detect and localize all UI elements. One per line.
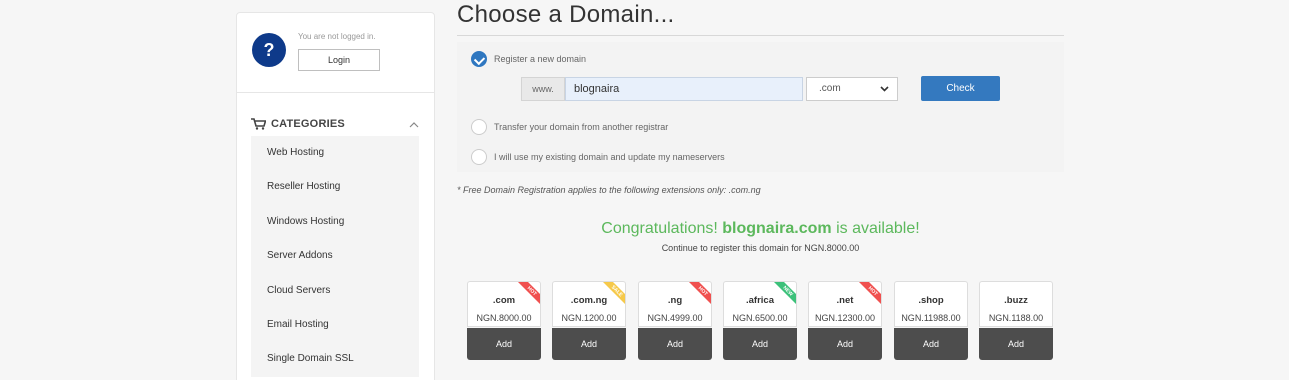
tld-price: NGN.12300.00	[814, 313, 876, 323]
corner-ribbon-icon: HOT	[518, 282, 540, 304]
login-button[interactable]: Login	[298, 49, 380, 71]
congrats-prefix: Congratulations!	[601, 220, 718, 237]
login-panel: ? You are not logged in. Login	[237, 13, 434, 93]
tld-card-info: .com NGN.8000.00 HOT	[467, 281, 541, 327]
add-tld-button[interactable]: Add	[979, 328, 1053, 360]
tld-card: .com NGN.8000.00 HOT Add	[467, 281, 541, 361]
free-domain-note: * Free Domain Registration applies to th…	[457, 185, 761, 195]
existing-label: I will use my existing domain and update…	[494, 152, 725, 162]
corner-ribbon-icon: HOT	[859, 282, 881, 304]
sidebar-item-single-domain-ssl[interactable]: Single Domain SSL	[251, 342, 419, 376]
corner-ribbon-icon: NEW	[774, 282, 796, 304]
tld-name: .buzz	[1004, 295, 1028, 306]
sidebar-item-web-hosting[interactable]: Web Hosting	[251, 136, 419, 170]
chevron-up-icon[interactable]	[409, 122, 419, 128]
tld-price: NGN.4999.00	[647, 313, 703, 323]
tld-card: .africa NGN.6500.00 NEW Add	[723, 281, 797, 361]
tld-card-info: .buzz NGN.1188.00	[979, 281, 1053, 327]
cart-icon	[251, 118, 266, 130]
tld-price: NGN.8000.00	[476, 313, 532, 323]
page-title: Choose a Domain...	[457, 1, 675, 28]
sidebar-item-windows-hosting[interactable]: Windows Hosting	[251, 205, 419, 239]
add-tld-button[interactable]: Add	[894, 328, 968, 360]
question-circle-icon: ?	[252, 33, 286, 67]
corner-ribbon-icon: SALE	[603, 282, 625, 304]
tld-card-info: .com.ng NGN.1200.00 SALE	[552, 281, 626, 327]
tld-price: NGN.1188.00	[988, 313, 1044, 323]
categories-title: CATEGORIES	[271, 118, 345, 130]
www-prefix: www.	[521, 77, 565, 101]
availability-message: Congratulations! blognaira.com is availa…	[457, 220, 1064, 238]
transfer-radio[interactable]	[471, 119, 487, 135]
corner-ribbon-icon: HOT	[689, 282, 711, 304]
sidebar-item-cloud-servers[interactable]: Cloud Servers	[251, 274, 419, 308]
categories-list: Web Hosting Reseller Hosting Windows Hos…	[251, 136, 419, 377]
congrats-suffix: is available!	[836, 220, 920, 237]
title-divider	[457, 35, 1064, 36]
sidebar-item-reseller-hosting[interactable]: Reseller Hosting	[251, 170, 419, 204]
login-status-text: You are not logged in.	[298, 32, 376, 41]
available-domain: blognaira.com	[722, 220, 832, 237]
add-tld-button[interactable]: Add	[552, 328, 626, 360]
add-tld-button[interactable]: Add	[467, 328, 541, 360]
sidebar-item-email-hosting[interactable]: Email Hosting	[251, 308, 419, 342]
tld-card: .buzz NGN.1188.00 Add	[979, 281, 1053, 361]
continue-text: Continue to register this domain for NGN…	[661, 243, 860, 253]
chevron-down-icon	[880, 86, 889, 92]
check-button[interactable]: Check	[921, 76, 1000, 101]
domain-options-panel: Register a new domain www. .com Check Tr…	[457, 42, 1064, 172]
tld-card-info: .africa NGN.6500.00 NEW	[723, 281, 797, 327]
tld-card-info: .ng NGN.4999.00 HOT	[638, 281, 712, 327]
add-tld-button[interactable]: Add	[808, 328, 882, 360]
register-radio[interactable]	[471, 51, 487, 67]
tld-price: NGN.11988.00	[901, 313, 961, 323]
tld-select[interactable]: .com	[806, 77, 898, 101]
tld-price: NGN.1200.00	[561, 313, 617, 323]
tld-card-info: .shop NGN.11988.00	[894, 281, 968, 327]
add-tld-button[interactable]: Add	[723, 328, 797, 360]
tld-price: NGN.6500.00	[732, 313, 788, 323]
register-label: Register a new domain	[494, 54, 587, 64]
tld-card-info: .net NGN.12300.00 HOT	[808, 281, 882, 327]
add-tld-button[interactable]: Add	[638, 328, 712, 360]
domain-input[interactable]	[565, 77, 803, 101]
tld-card: .net NGN.12300.00 HOT Add	[808, 281, 882, 361]
tld-select-value: .com	[819, 83, 841, 94]
tld-card: .shop NGN.11988.00 Add	[894, 281, 968, 361]
tld-name: .shop	[918, 295, 944, 306]
transfer-label: Transfer your domain from another regist…	[494, 122, 669, 132]
tld-card: .ng NGN.4999.00 HOT Add	[638, 281, 712, 361]
tld-card: .com.ng NGN.1200.00 SALE Add	[552, 281, 626, 361]
existing-radio[interactable]	[471, 149, 487, 165]
sidebar-item-server-addons[interactable]: Server Addons	[251, 239, 419, 273]
